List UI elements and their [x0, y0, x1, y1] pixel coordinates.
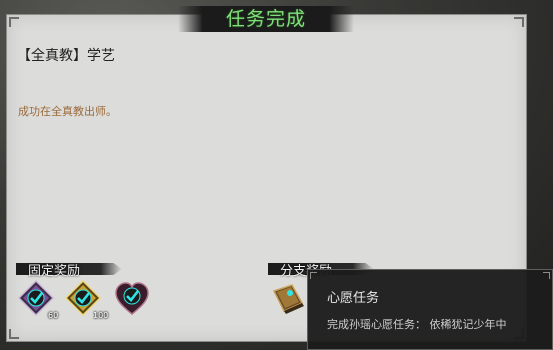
panel-corner-ornament: [9, 17, 19, 27]
fixed-rewards-label: 固定奖励: [28, 264, 81, 279]
quest-description: 成功在全真教出师。: [18, 105, 117, 118]
reward-item[interactable]: 60: [18, 280, 58, 320]
book-icon: [272, 284, 304, 314]
dialog-title: 任务完成: [225, 8, 306, 30]
panel-corner-ornament: [9, 329, 19, 339]
fixed-rewards-header: 固定奖励: [16, 261, 122, 279]
tooltip-body: 完成孙瑶心愿任务： 依稀犹记少年中: [327, 318, 507, 331]
title-banner: 任务完成: [178, 6, 354, 32]
panel-corner-ornament: [514, 17, 524, 27]
reward-item[interactable]: [270, 281, 306, 317]
game-scene: 任务完成 【全真教】学艺 成功在全真教出师。 固定奖励 60 100 分支奖励 …: [0, 0, 553, 350]
tooltip-title: 心愿任务: [327, 291, 380, 306]
dark-heart-check-icon: [115, 282, 149, 315]
reward-item[interactable]: 100: [65, 280, 108, 320]
reward-item[interactable]: [114, 281, 150, 317]
reward-count: 60: [48, 311, 59, 320]
quest-name: 【全真教】学艺: [17, 48, 115, 64]
reward-count: 100: [93, 311, 109, 320]
wish-quest-tooltip: 心愿任务 完成孙瑶心愿任务： 依稀犹记少年中: [307, 269, 553, 350]
